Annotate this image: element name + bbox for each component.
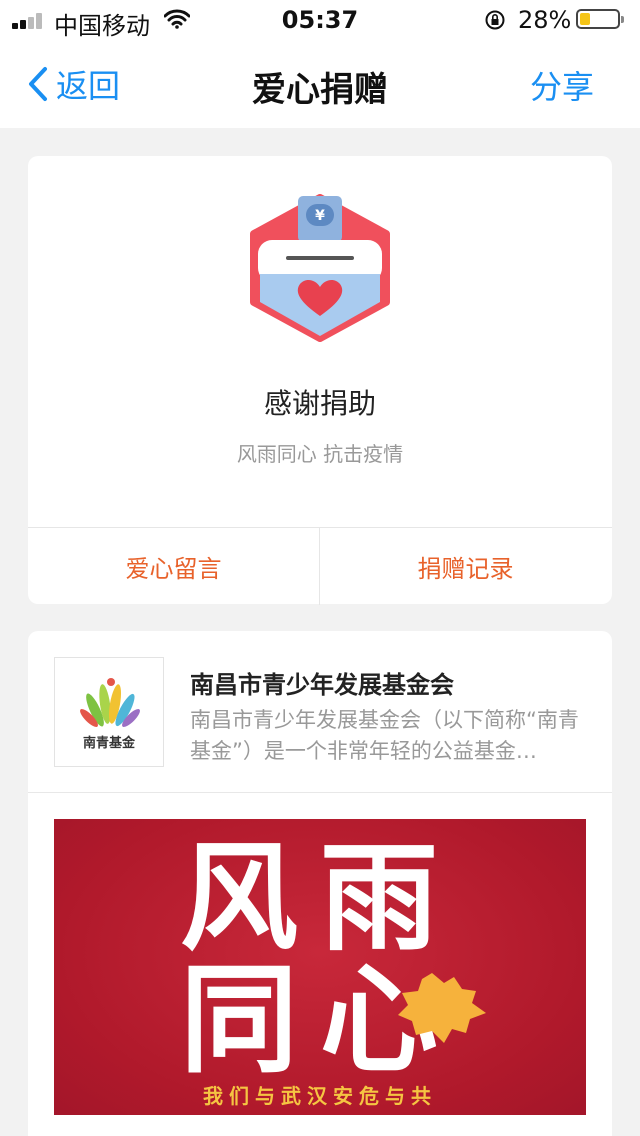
battery-icon [576,9,624,29]
organization-logo: 南青基金 [54,657,164,767]
love-message-button[interactable]: 爱心留言 [28,528,319,605]
orientation-lock-icon [485,10,505,30]
donation-records-button[interactable]: 捐赠记录 [320,528,611,605]
divider [28,792,612,793]
organization-name: 南昌市青少年发展基金会 [190,671,454,699]
banner-line-2: 同心 [179,951,460,1089]
thanks-title: 感谢捐助 [263,387,376,420]
svg-text:¥: ¥ [315,208,325,224]
battery-fill [580,13,590,25]
banner-line-1: 风雨 [179,829,460,967]
organization-logo-text: 南青基金 [82,736,135,751]
status-bar: 中国移动 05:37 28% [0,0,640,40]
action-row: 爱心留言 捐赠记录 [28,527,612,605]
banner-slogan: 我们与武汉安危与共 [203,1084,437,1108]
share-button[interactable]: 分享 [530,62,594,108]
hubei-map-icon [398,973,486,1043]
thanks-subtitle: 风雨同心 抗击疫情 [236,442,404,466]
donation-box-icon: ¥ [250,194,390,342]
organization-description: 南昌市青少年发展基金会（以下简称“南青基金”）是一个非常年轻的公益基金… [190,708,579,763]
battery-percent: 28% [518,6,572,34]
campaign-banner: 风雨 同心 我们与武汉安危与共 [54,819,586,1115]
nav-bar: 返回 爱心捐赠 分享 [0,40,640,128]
donation-card: ¥ 感谢捐助 风雨同心 抗击疫情 爱心留言 捐赠记录 [28,156,612,605]
foundation-logo-icon [80,678,140,727]
organization-card[interactable]: 南青基金 南昌市青少年发展基金会 南昌市青少年发展基金会（以下简称“南青基金”）… [28,631,612,1136]
